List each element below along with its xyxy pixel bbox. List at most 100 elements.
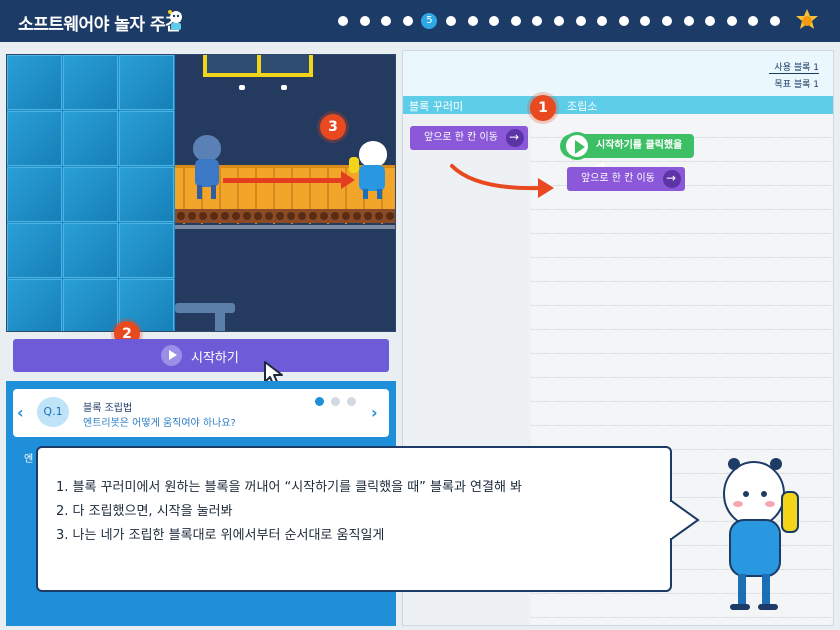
page-dot[interactable] (359, 16, 370, 26)
page-dot[interactable] (575, 16, 586, 26)
page-dot[interactable] (705, 16, 716, 26)
wall-tile (7, 55, 62, 110)
instruction-line-1: 1. 블록 꾸러미에서 원하는 블록을 꺼내어 “시작하기를 클릭했을 때” 블… (56, 480, 523, 495)
lamp-icon (239, 85, 245, 90)
roller (265, 212, 273, 220)
page-dot[interactable] (338, 16, 348, 26)
workspace-block-move-forward[interactable]: 앞으로 한 칸 이동 (567, 166, 685, 191)
wall-tile (119, 167, 174, 222)
entrybot-character (347, 137, 391, 199)
roller (320, 212, 328, 220)
roller (177, 212, 185, 220)
instruction-line-3: 3. 나는 네가 조립한 블록대로 위에서부터 순서대로 움직일게 (56, 528, 385, 543)
question-page-dot[interactable] (331, 397, 340, 406)
arrow-right-icon (663, 166, 681, 190)
page-dot[interactable] (683, 16, 694, 26)
question-subtitle: 엔트리봇은 어떻게 움직여야 하나요? (83, 418, 236, 429)
roller (199, 212, 207, 220)
page-dot[interactable] (402, 16, 413, 26)
robot-friend (189, 135, 225, 199)
wall-tile (63, 223, 118, 278)
page-dot-current[interactable]: 5 (421, 13, 438, 29)
wall-tile (119, 223, 174, 278)
instruction-speech-bubble: 1. 블록 꾸러미에서 원하는 블록을 꺼내어 “시작하기를 클릭했을 때” 블… (36, 446, 672, 592)
wall-tile (63, 167, 118, 222)
roller (353, 212, 361, 220)
roller (309, 212, 317, 220)
factory-window (203, 55, 313, 77)
entrybot-mascot (723, 458, 799, 610)
roller (232, 212, 240, 220)
wall-tile (7, 223, 62, 278)
roller (254, 212, 262, 220)
page-dot[interactable] (597, 16, 608, 26)
page-title: 소프트웨어야 놀자 주간 (18, 15, 181, 35)
wall-tile (63, 111, 118, 166)
question-panel-text: 엔 (24, 454, 34, 465)
top-header: 소프트웨어야 놀자 주간 5 (0, 0, 840, 42)
page-dot[interactable] (446, 16, 456, 26)
lamp-icon (281, 85, 287, 90)
page-dot[interactable] (618, 16, 629, 26)
entry-logo-icon (168, 10, 182, 30)
page-dot[interactable] (748, 16, 759, 26)
start-button-label: 시작하기 (191, 350, 239, 365)
roller (298, 212, 306, 220)
instruction-line-2: 2. 다 조립했으면, 시작을 눌러봐 (56, 504, 233, 519)
chevron-right-icon[interactable]: › (371, 403, 378, 422)
arrow-right-icon (506, 125, 524, 149)
rail (175, 225, 395, 229)
target-blocks-count: 목표 블록 1 (774, 80, 819, 90)
editor-status-bar: 사용 블록 1 목표 블록 1 (403, 51, 833, 96)
question-card: ‹ Q.1 블록 조립법 엔트리봇은 어떻게 움직여야 하나요? › (13, 389, 389, 437)
roller (210, 212, 218, 220)
roller (364, 212, 372, 220)
roller (243, 212, 251, 220)
palette-block-move-forward[interactable]: 앞으로 한 칸 이동 (410, 125, 528, 150)
roller (287, 212, 295, 220)
editor-title-bar: 블록 꾸러미 조립소 (403, 96, 833, 114)
page-dot[interactable] (640, 16, 651, 26)
page-dot[interactable] (532, 16, 543, 26)
page-dot[interactable] (489, 16, 500, 26)
palette-title: 블록 꾸러미 (409, 100, 464, 113)
roller (375, 212, 383, 220)
start-event-block[interactable]: 시작하기를 클릭했을 때 (560, 132, 694, 175)
workspace-title: 조립소 (567, 100, 598, 113)
play-icon (161, 345, 182, 366)
wall-tile (63, 55, 118, 110)
pipe (215, 303, 225, 331)
roller (276, 212, 284, 220)
question-page-dot[interactable] (347, 397, 356, 406)
start-button[interactable]: 시작하기 (13, 339, 389, 372)
divider (769, 73, 819, 74)
page-dot[interactable] (770, 16, 780, 26)
wall-tile (7, 167, 62, 222)
page-dot[interactable] (554, 16, 564, 26)
page-dot[interactable] (662, 16, 672, 26)
wall-tile (7, 111, 62, 166)
question-title: 블록 조립법 (83, 403, 133, 414)
play-icon (563, 132, 591, 160)
page-dot[interactable] (510, 16, 521, 26)
page-dot[interactable] (381, 16, 392, 26)
pipe (175, 303, 235, 313)
wall-tile (119, 111, 174, 166)
used-blocks-count: 사용 블록 1 (774, 63, 819, 73)
page-dot[interactable] (467, 16, 478, 26)
wall-tile (63, 279, 118, 331)
drag-hint-arrow-icon (450, 164, 554, 198)
trophy-icon[interactable] (794, 8, 820, 34)
game-stage (6, 54, 396, 332)
chevron-left-icon[interactable]: ‹ (17, 403, 24, 422)
wall-tile (119, 55, 174, 110)
roller (188, 212, 196, 220)
conveyor-rollers (175, 209, 395, 223)
question-number: Q.1 (37, 397, 69, 427)
blue-tile-wall (7, 55, 175, 331)
roller (342, 212, 350, 220)
question-page-dot[interactable] (315, 397, 324, 406)
workspace-block-label: 앞으로 한 칸 이동 (581, 173, 655, 184)
page-dot[interactable] (726, 16, 737, 26)
roller (386, 212, 394, 220)
